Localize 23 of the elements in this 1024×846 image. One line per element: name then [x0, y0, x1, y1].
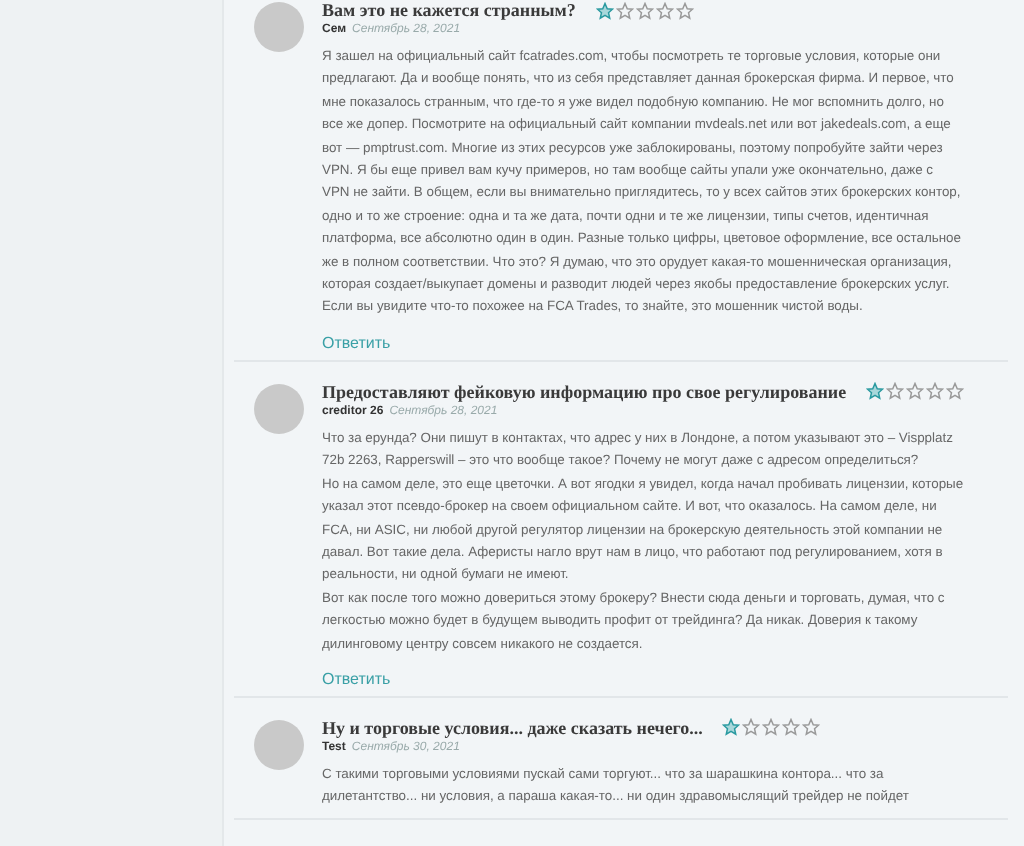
star-icon — [675, 1, 694, 19]
star-icon — [946, 382, 965, 401]
star-icon — [926, 382, 945, 401]
star-icon — [886, 382, 905, 401]
star-icon — [866, 382, 885, 401]
avatar-icon — [254, 719, 304, 770]
star-icon — [762, 718, 781, 737]
star-icon — [635, 1, 654, 19]
star-icon — [595, 1, 614, 19]
reply-link[interactable]: Ответить — [322, 669, 391, 688]
star-icon — [655, 1, 674, 19]
star-icon — [722, 718, 741, 737]
comment-title: Вам это не кажется странным? — [322, 0, 576, 20]
avatar-icon — [254, 2, 304, 52]
comment-title: Ну и торговые условия... даже сказать нечего... — [322, 717, 703, 738]
star-icon — [802, 718, 821, 737]
star-icon — [742, 718, 761, 737]
star-icon — [782, 718, 801, 737]
comment-title: Предоставляют фейковую информацию про свое регулирование — [322, 381, 847, 402]
reply-link[interactable]: Ответить — [322, 333, 391, 352]
avatar-icon — [254, 383, 304, 434]
star-icon — [906, 382, 925, 401]
star-icon — [615, 1, 634, 19]
